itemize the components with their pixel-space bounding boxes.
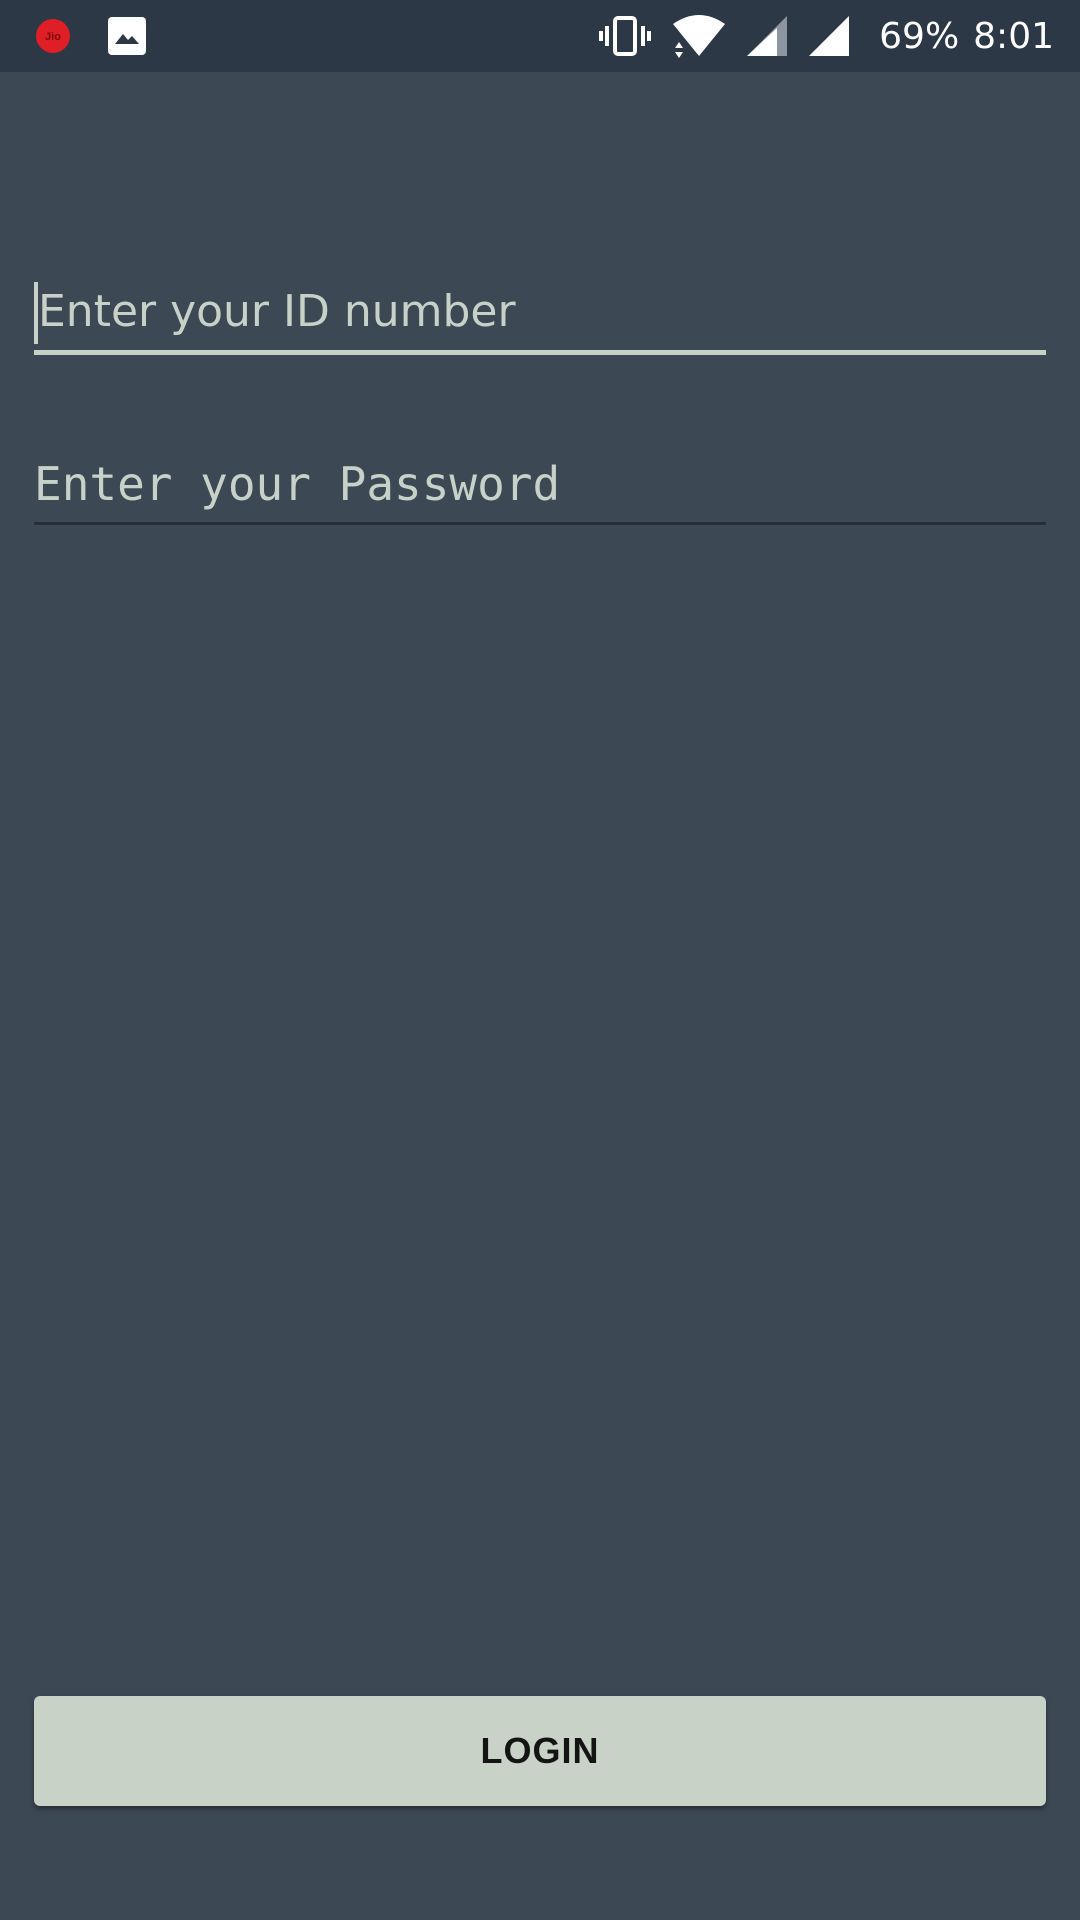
image-icon: [108, 17, 146, 55]
vibrate-icon: [597, 14, 653, 58]
wifi-icon: [671, 12, 727, 60]
password-placeholder: Enter your Password: [34, 457, 561, 511]
id-number-field[interactable]: Enter your ID number: [34, 280, 1046, 355]
status-right-icons: 69% 8:01: [597, 12, 1054, 60]
password-field[interactable]: Enter your Password: [34, 452, 1046, 525]
signal-icon-2: [807, 14, 851, 58]
jio-icon: Jio: [36, 19, 70, 53]
id-number-placeholder: Enter your ID number: [38, 286, 516, 337]
login-button[interactable]: LOGIN: [34, 1696, 1046, 1806]
status-bar: Jio 69% 8:01: [0, 0, 1080, 72]
signal-icon-1: [745, 14, 789, 58]
clock: 8:01: [973, 15, 1054, 57]
password-field-underline: [34, 522, 1046, 525]
id-field-underline: [34, 350, 1046, 355]
battery-level: 69%: [879, 15, 960, 57]
text-cursor: [34, 282, 38, 344]
status-left-icons: Jio: [36, 16, 146, 56]
jio-icon-text: Jio: [45, 31, 61, 43]
